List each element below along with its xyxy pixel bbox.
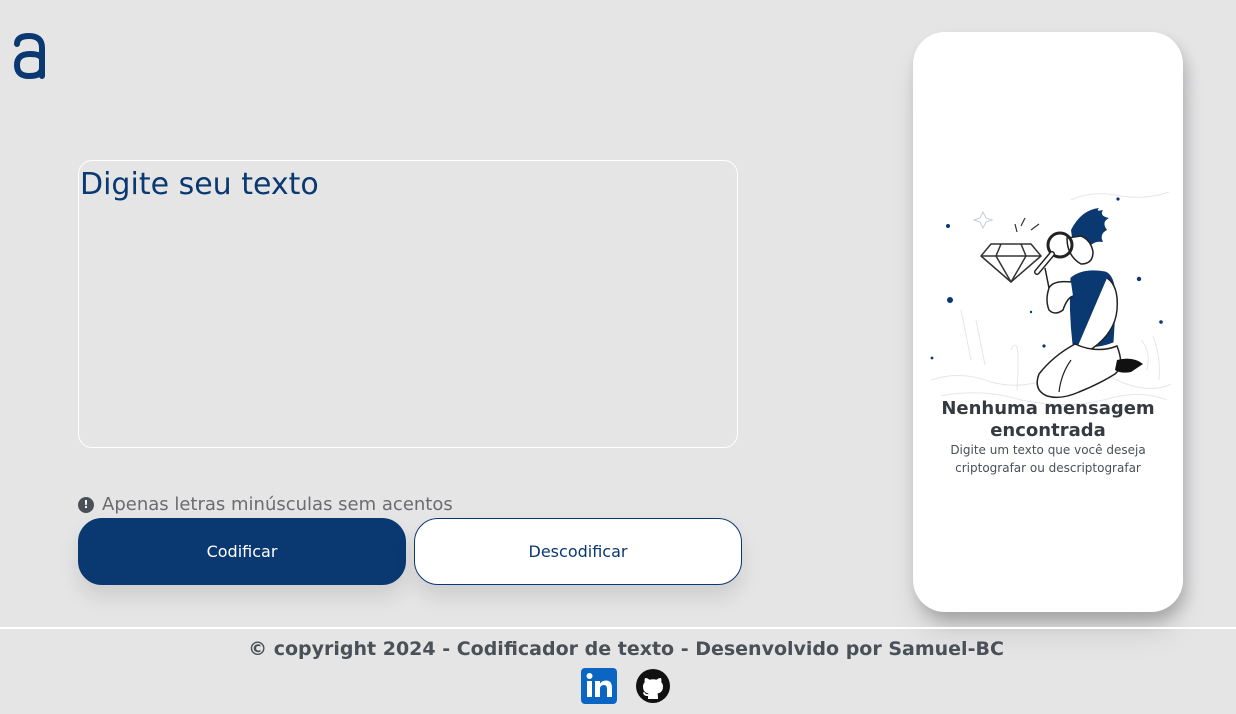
encode-button[interactable]: Codificar bbox=[78, 518, 406, 585]
person-with-magnifying-glass-illustration bbox=[930, 191, 1172, 405]
linkedin-icon[interactable] bbox=[581, 668, 617, 704]
decode-button[interactable]: Descodificar bbox=[414, 518, 742, 585]
input-hint: ! Apenas letras minúsculas sem acentos bbox=[78, 494, 453, 515]
github-icon[interactable] bbox=[635, 668, 671, 704]
empty-state-title: Nenhuma mensagem encontrada bbox=[941, 398, 1155, 441]
output-panel: Nenhuma mensagem encontrada Digite um te… bbox=[913, 32, 1183, 612]
footer-divider bbox=[0, 627, 1236, 629]
alura-a-logo-icon[interactable] bbox=[12, 32, 48, 80]
text-input[interactable] bbox=[78, 160, 738, 448]
footer-copyright: © copyright 2024 - Codificador de texto … bbox=[248, 638, 1004, 660]
empty-state-subtitle: Digite um texto que você deseja criptogr… bbox=[950, 443, 1146, 475]
hint-text: Apenas letras minúsculas sem acentos bbox=[102, 494, 453, 515]
exclamation-circle-icon: ! bbox=[78, 496, 94, 513]
